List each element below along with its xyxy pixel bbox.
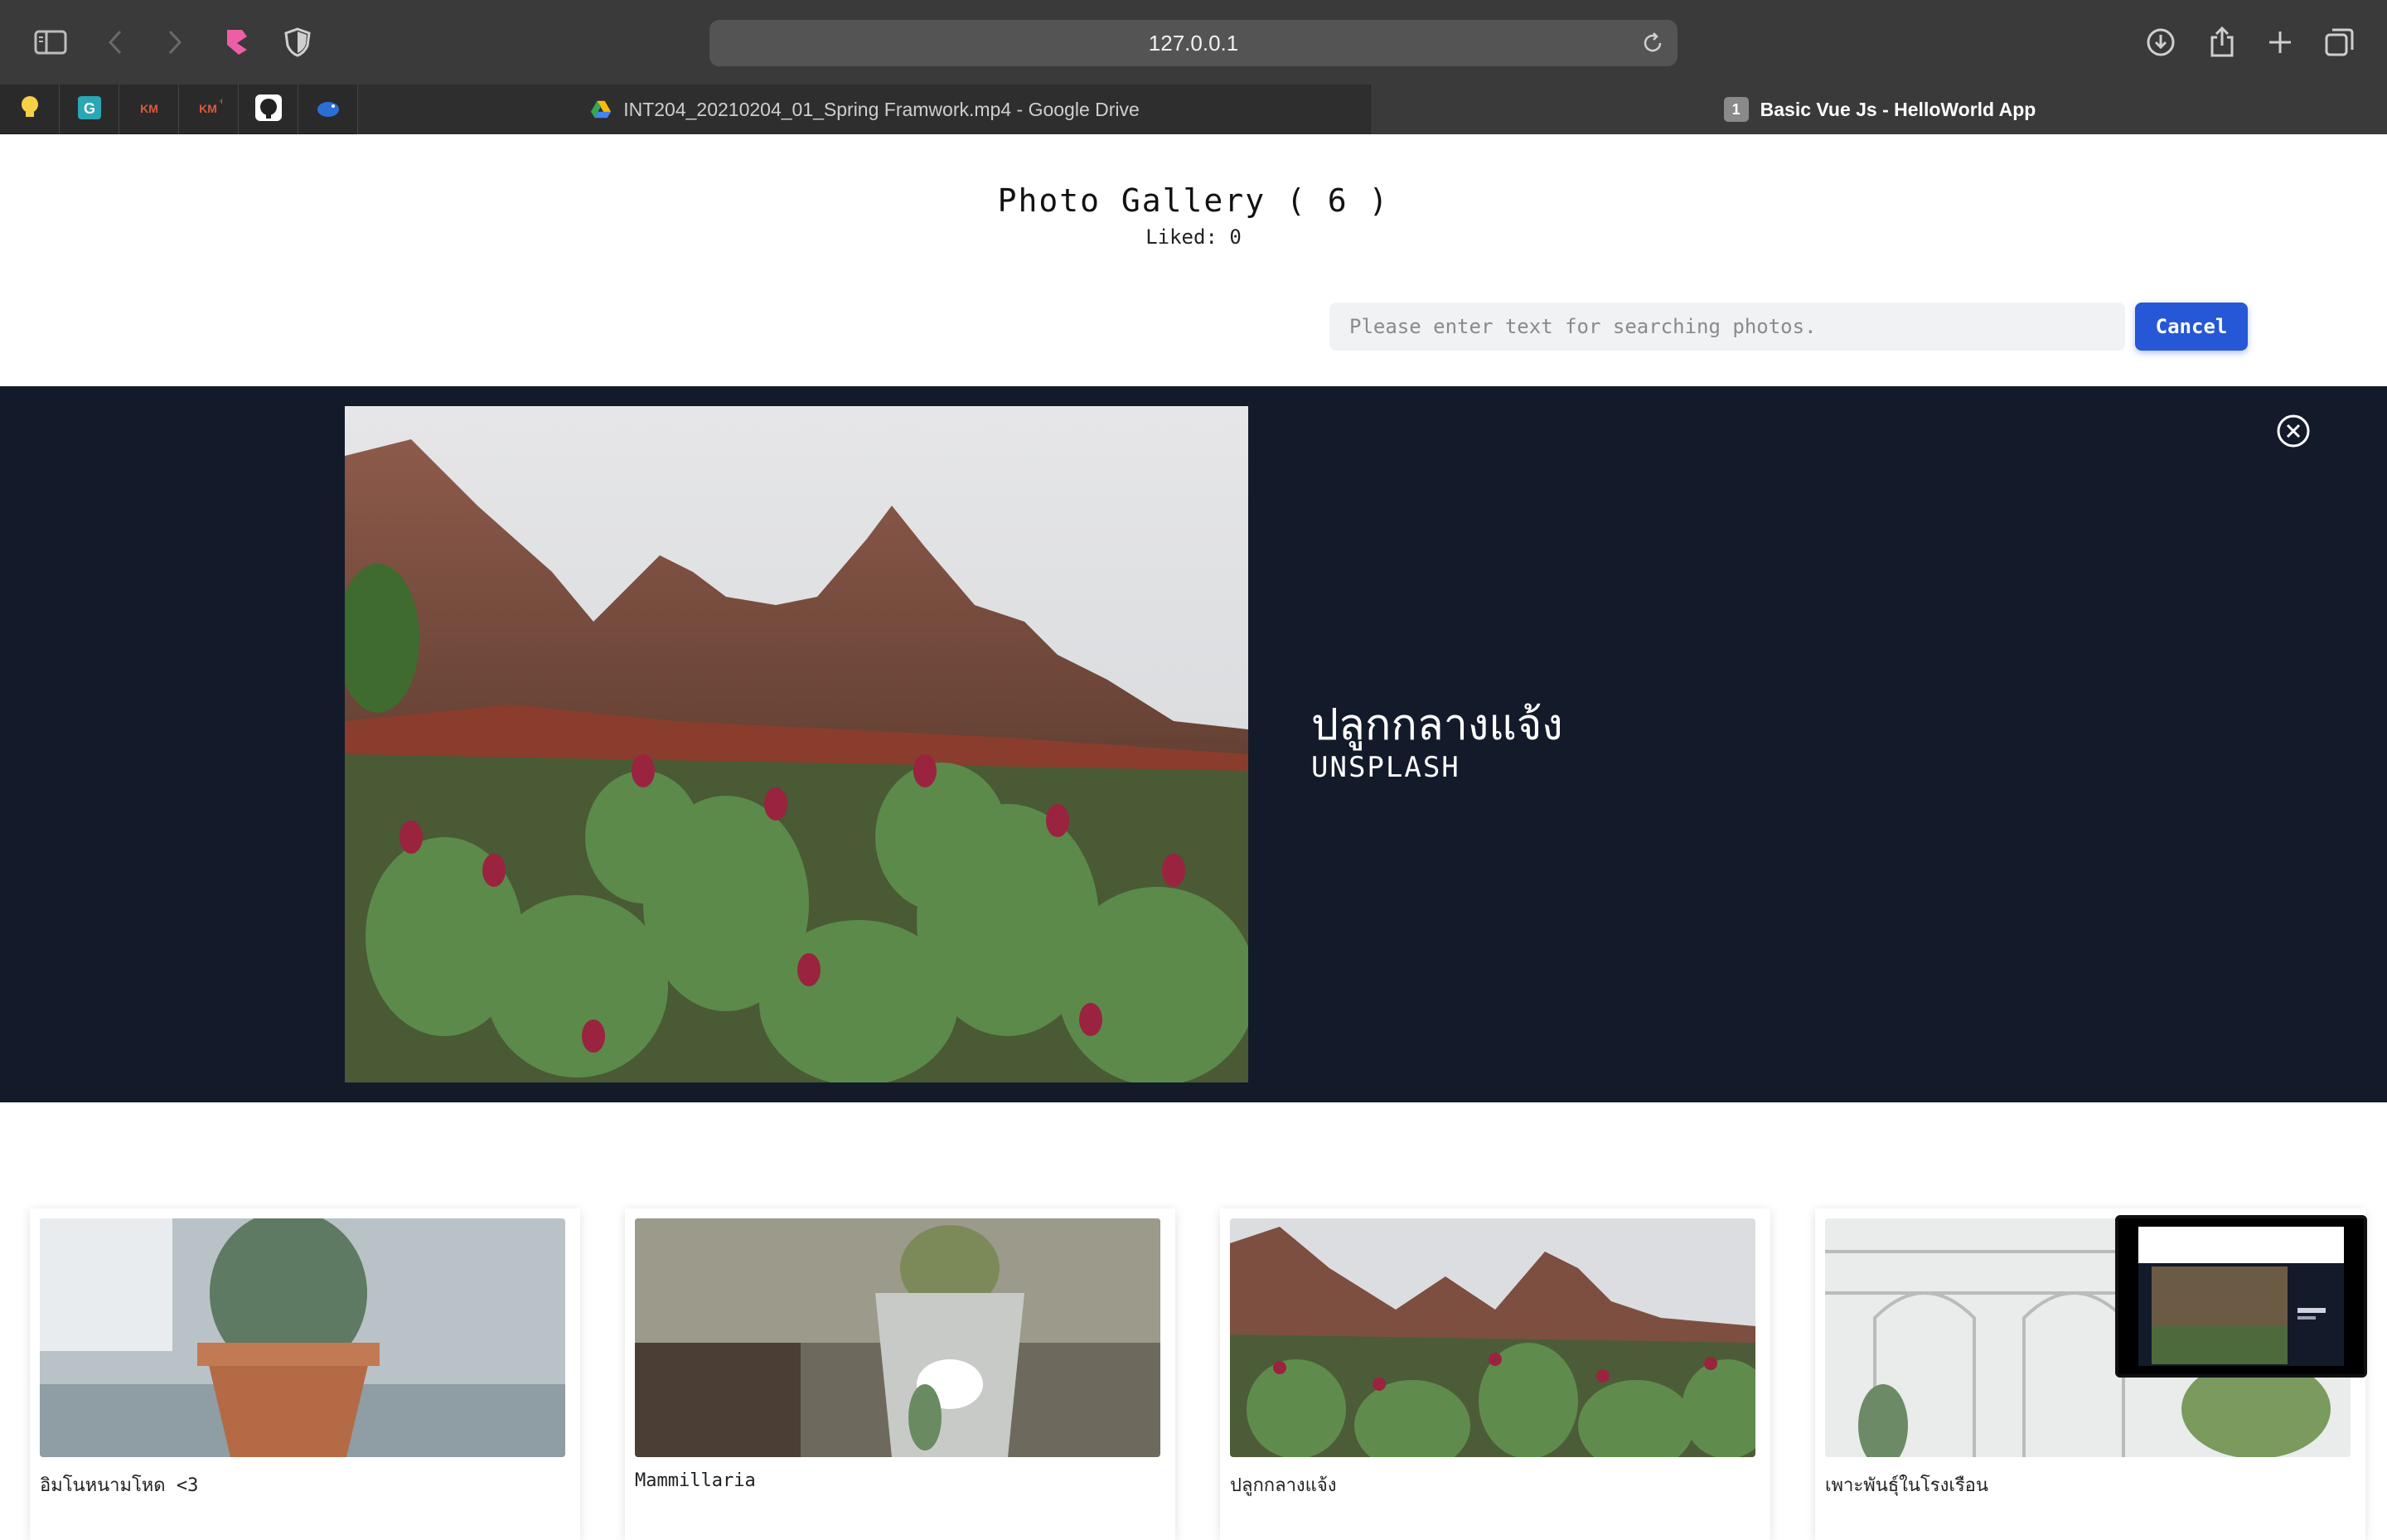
photo-card[interactable]: อิมโนหนามโหด <3	[30, 1208, 580, 1540]
modal-photo-title: ปลูกกลางแจ้ง	[1311, 700, 1563, 750]
new-tab-icon[interactable]	[2263, 25, 2297, 60]
sidebar-toggle-icon[interactable]	[33, 25, 68, 60]
page-content: Photo Gallery ( 6 ) Liked: 0 Cancel	[0, 134, 2387, 1540]
tab-bar: G KM KM + INT204_20210204_01_Spring Framw…	[0, 85, 2387, 134]
kmutt-icon: KM	[136, 94, 162, 125]
share-icon[interactable]	[2205, 25, 2239, 60]
card-caption: เพาะพันธุ์ในโรงเรือน	[1825, 1475, 1988, 1496]
svg-text:KM: KM	[140, 102, 158, 115]
favorite-github[interactable]	[239, 85, 298, 134]
page-title: Photo Gallery ( 6 )	[997, 182, 1390, 219]
github-icon	[254, 94, 283, 126]
svg-text:G: G	[83, 100, 94, 117]
favorite-grammarly[interactable]: G	[60, 85, 119, 134]
extension-logo-icon[interactable]	[219, 25, 254, 60]
modal-photo	[345, 406, 1248, 1082]
modal-photo-source: UNSPLASH	[1311, 751, 1460, 784]
lightbulb-icon	[19, 95, 41, 124]
tab-label: Basic Vue Js - HelloWorld App	[1760, 98, 2036, 120]
address-bar[interactable]: 127.0.0.1	[709, 20, 1678, 66]
card-caption: ปลูกกลางแจ้ง	[1230, 1475, 1337, 1496]
liked-counter: Liked: 0	[1145, 225, 1242, 249]
back-icon[interactable]	[98, 25, 133, 60]
tab-badge: 1	[1723, 97, 1749, 122]
cancel-button[interactable]: Cancel	[2135, 303, 2248, 351]
card-photo[interactable]	[635, 1218, 1160, 1457]
close-icon[interactable]	[2276, 414, 2311, 448]
search-input[interactable]	[1329, 303, 2125, 351]
tab-vue-app[interactable]: 1 Basic Vue Js - HelloWorld App	[1373, 85, 2387, 134]
google-drive-icon	[590, 99, 612, 120]
browser-toolbar: 127.0.0.1	[0, 0, 2387, 85]
bird-icon	[315, 94, 341, 125]
reload-icon[interactable]	[1639, 30, 1666, 56]
privacy-shield-icon[interactable]	[280, 25, 315, 60]
photo-card[interactable]: Mammillaria	[625, 1208, 1175, 1540]
card-caption: Mammillaria	[635, 1470, 756, 1491]
screen-preview-thumbnail[interactable]	[2115, 1215, 2367, 1378]
card-photo[interactable]	[40, 1218, 565, 1457]
tab-google-drive[interactable]: INT204_20210204_01_Spring Framwork.mp4 -…	[358, 85, 1373, 134]
favorite-bird[interactable]	[298, 85, 358, 134]
url-text: 127.0.0.1	[1148, 30, 1239, 56]
favorite-kmutt-plus[interactable]: KM +	[179, 85, 239, 134]
tab-overview-icon[interactable]	[2322, 25, 2357, 60]
card-caption: อิมโนหนามโหด <3	[40, 1475, 199, 1496]
downloads-icon[interactable]	[2143, 25, 2178, 60]
card-photo[interactable]	[1230, 1218, 1755, 1457]
tab-label: INT204_20210204_01_Spring Framwork.mp4 -…	[623, 98, 1140, 120]
favorite-lightbulb[interactable]	[0, 85, 60, 134]
forward-icon[interactable]	[157, 25, 192, 60]
photo-grid: อิมโนหนามโหด <3 Mammillaria ปลูกกลางแจ้ง…	[0, 1208, 2387, 1540]
photo-card[interactable]: ปลูกกลางแจ้ง	[1220, 1208, 1770, 1540]
favorite-kmutt[interactable]: KM	[119, 85, 179, 134]
grammarly-icon: G	[76, 94, 103, 125]
svg-text:+: +	[219, 95, 222, 107]
photo-modal: ปลูกกลางแจ้ง UNSPLASH	[0, 386, 2387, 1102]
kmutt-plus-icon: KM +	[196, 94, 225, 125]
svg-text:KM: KM	[199, 102, 217, 115]
